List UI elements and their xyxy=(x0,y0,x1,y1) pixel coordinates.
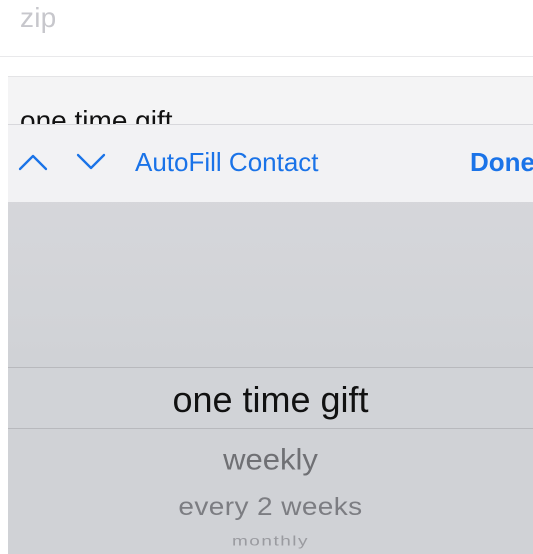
chevron-up-icon xyxy=(18,154,48,171)
chevron-down-icon xyxy=(76,153,106,170)
autofill-contact-button[interactable]: AutoFill Contact xyxy=(135,147,319,178)
picker-top-fade xyxy=(8,202,533,367)
frequency-picker-wheel[interactable]: one time gift weekly every 2 weeks month… xyxy=(8,202,533,554)
keyboard-accessory-toolbar: AutoFill Contact Done xyxy=(8,124,533,203)
form-spacing xyxy=(0,57,533,76)
picker-option-weekly[interactable]: weekly xyxy=(8,443,533,478)
previous-field-button[interactable] xyxy=(16,149,50,175)
next-field-button[interactable] xyxy=(74,149,108,175)
frequency-select[interactable]: one time gift xyxy=(8,76,533,125)
frequency-select-value: one time gift xyxy=(20,105,173,125)
picker-option-every-2-weeks[interactable]: every 2 weeks xyxy=(8,493,533,522)
zip-field[interactable]: zip xyxy=(0,0,533,56)
picker-option-monthly[interactable]: monthly xyxy=(8,534,533,550)
done-button[interactable]: Done xyxy=(470,147,533,178)
picker-option-one-time-gift[interactable]: one time gift xyxy=(8,379,533,421)
zip-placeholder: zip xyxy=(20,2,57,33)
